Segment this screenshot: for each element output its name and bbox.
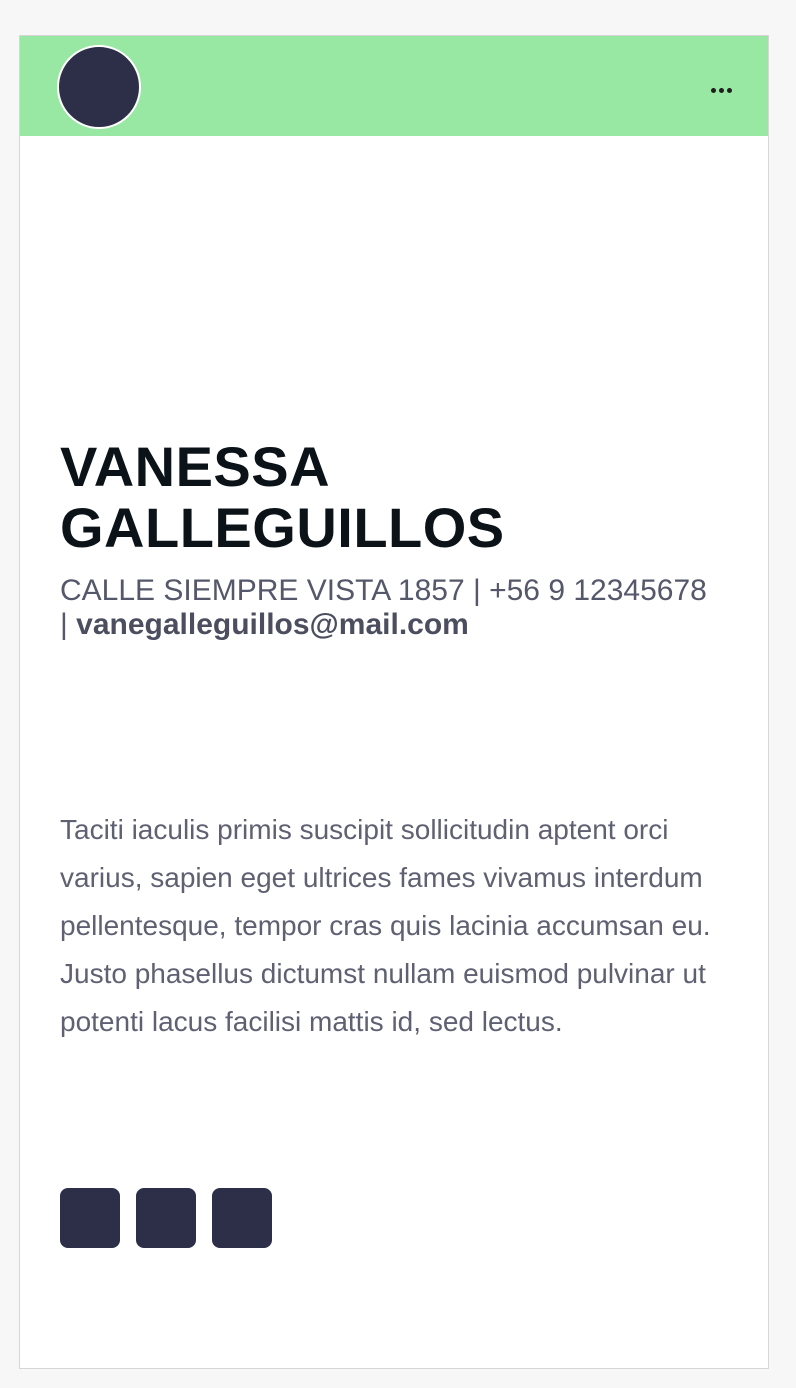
dot <box>727 88 732 93</box>
social-links <box>60 1188 272 1248</box>
social-button-1[interactable] <box>60 1188 120 1248</box>
name-last: GALLEGUILLOS <box>60 496 505 559</box>
avatar[interactable] <box>57 45 141 129</box>
social-button-3[interactable] <box>212 1188 272 1248</box>
bio-text: Taciti iaculis primis suscipit sollicitu… <box>60 814 711 1037</box>
contact-separator: | <box>60 608 77 641</box>
profile-name: VANESSA GALLEGUILLOS <box>60 436 740 558</box>
email-link[interactable]: vanegalleguillos@mail.com <box>76 608 469 641</box>
dot <box>719 88 724 93</box>
header-bar <box>20 36 768 136</box>
social-button-2[interactable] <box>136 1188 196 1248</box>
contact-info: CALLE SIEMPRE VISTA 1857 | +56 9 1234567… <box>60 574 750 642</box>
address-phone: CALLE SIEMPRE VISTA 1857 | +56 9 1234567… <box>60 574 707 607</box>
profile-card: VANESSA GALLEGUILLOS CALLE SIEMPRE VISTA … <box>19 35 769 1369</box>
name-first: VANESSA <box>60 435 331 498</box>
dot <box>711 88 716 93</box>
more-options-icon[interactable] <box>711 88 732 93</box>
